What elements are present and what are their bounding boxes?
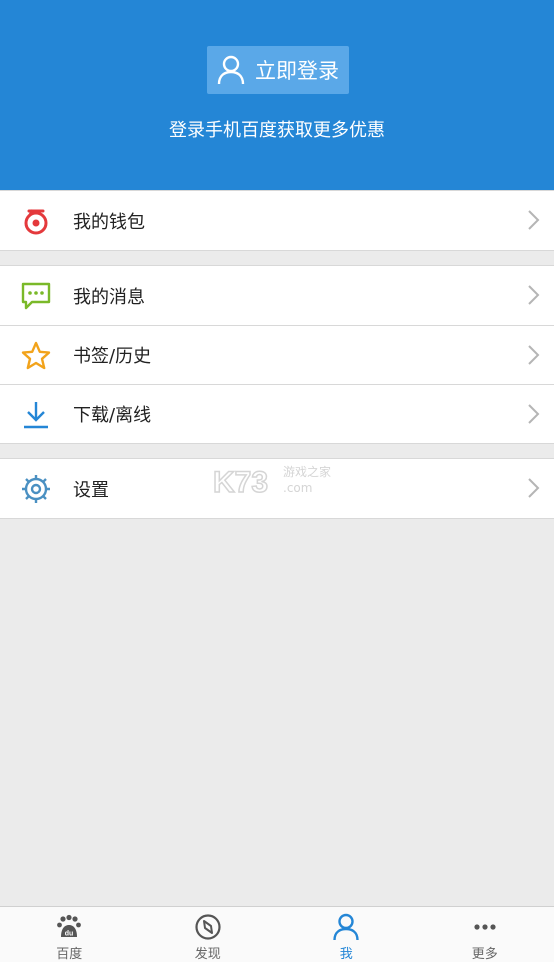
menu-item-label: 书签/历史 bbox=[73, 346, 152, 367]
menu-item-wallet[interactable]: 我的钱包 bbox=[0, 191, 554, 250]
more-dots-icon bbox=[474, 924, 496, 930]
star-icon bbox=[20, 340, 52, 372]
chevron-right-icon bbox=[526, 284, 540, 306]
tab-label: 更多 bbox=[471, 947, 498, 962]
menu-group-settings: 设置 bbox=[0, 458, 554, 519]
tab-label: 百度 bbox=[56, 947, 83, 962]
header-banner: 立即登录 登录手机百度获取更多优惠 bbox=[0, 0, 554, 190]
menu-item-bookmarks-history[interactable]: 书签/历史 bbox=[0, 325, 554, 384]
settings-icon bbox=[20, 473, 52, 505]
login-button[interactable]: 立即登录 bbox=[207, 46, 349, 94]
menu-item-settings[interactable]: 设置 bbox=[0, 459, 554, 518]
menu-group-wallet: 我的钱包 bbox=[0, 190, 554, 251]
menu-item-label: 我的钱包 bbox=[73, 211, 145, 233]
menu-item-downloads[interactable]: 下载/离线 bbox=[0, 384, 554, 443]
tab-discover[interactable]: 发现 bbox=[139, 907, 278, 962]
bottom-tab-bar: du 百度 发现 我 更多 bbox=[0, 906, 554, 962]
baidu-paw-icon: du bbox=[57, 914, 82, 938]
download-icon bbox=[20, 399, 52, 431]
login-button-label: 立即登录 bbox=[255, 59, 339, 83]
chevron-right-icon bbox=[526, 477, 540, 499]
chevron-right-icon bbox=[526, 344, 540, 366]
wallet-icon bbox=[20, 205, 52, 237]
menu-item-messages[interactable]: 我的消息 bbox=[0, 266, 554, 325]
menu-group-content: 我的消息 书签/历史 下载/离线 bbox=[0, 265, 554, 444]
chevron-right-icon bbox=[526, 403, 540, 425]
user-icon bbox=[217, 55, 245, 85]
tab-more[interactable]: 更多 bbox=[416, 907, 554, 962]
user-icon bbox=[333, 913, 359, 941]
login-subtitle: 登录手机百度获取更多优惠 bbox=[169, 120, 385, 141]
menu-item-label: 设置 bbox=[73, 479, 109, 501]
compass-icon bbox=[195, 914, 221, 940]
tab-label: 我 bbox=[339, 947, 353, 962]
tab-me[interactable]: 我 bbox=[277, 907, 416, 962]
menu-item-label: 下载/离线 bbox=[73, 405, 152, 426]
menu-item-label: 我的消息 bbox=[73, 286, 145, 308]
svg-text:du: du bbox=[65, 931, 74, 938]
tab-label: 发现 bbox=[194, 947, 221, 962]
tab-baidu[interactable]: du 百度 bbox=[0, 907, 139, 962]
chevron-right-icon bbox=[526, 209, 540, 231]
message-icon bbox=[20, 280, 52, 312]
